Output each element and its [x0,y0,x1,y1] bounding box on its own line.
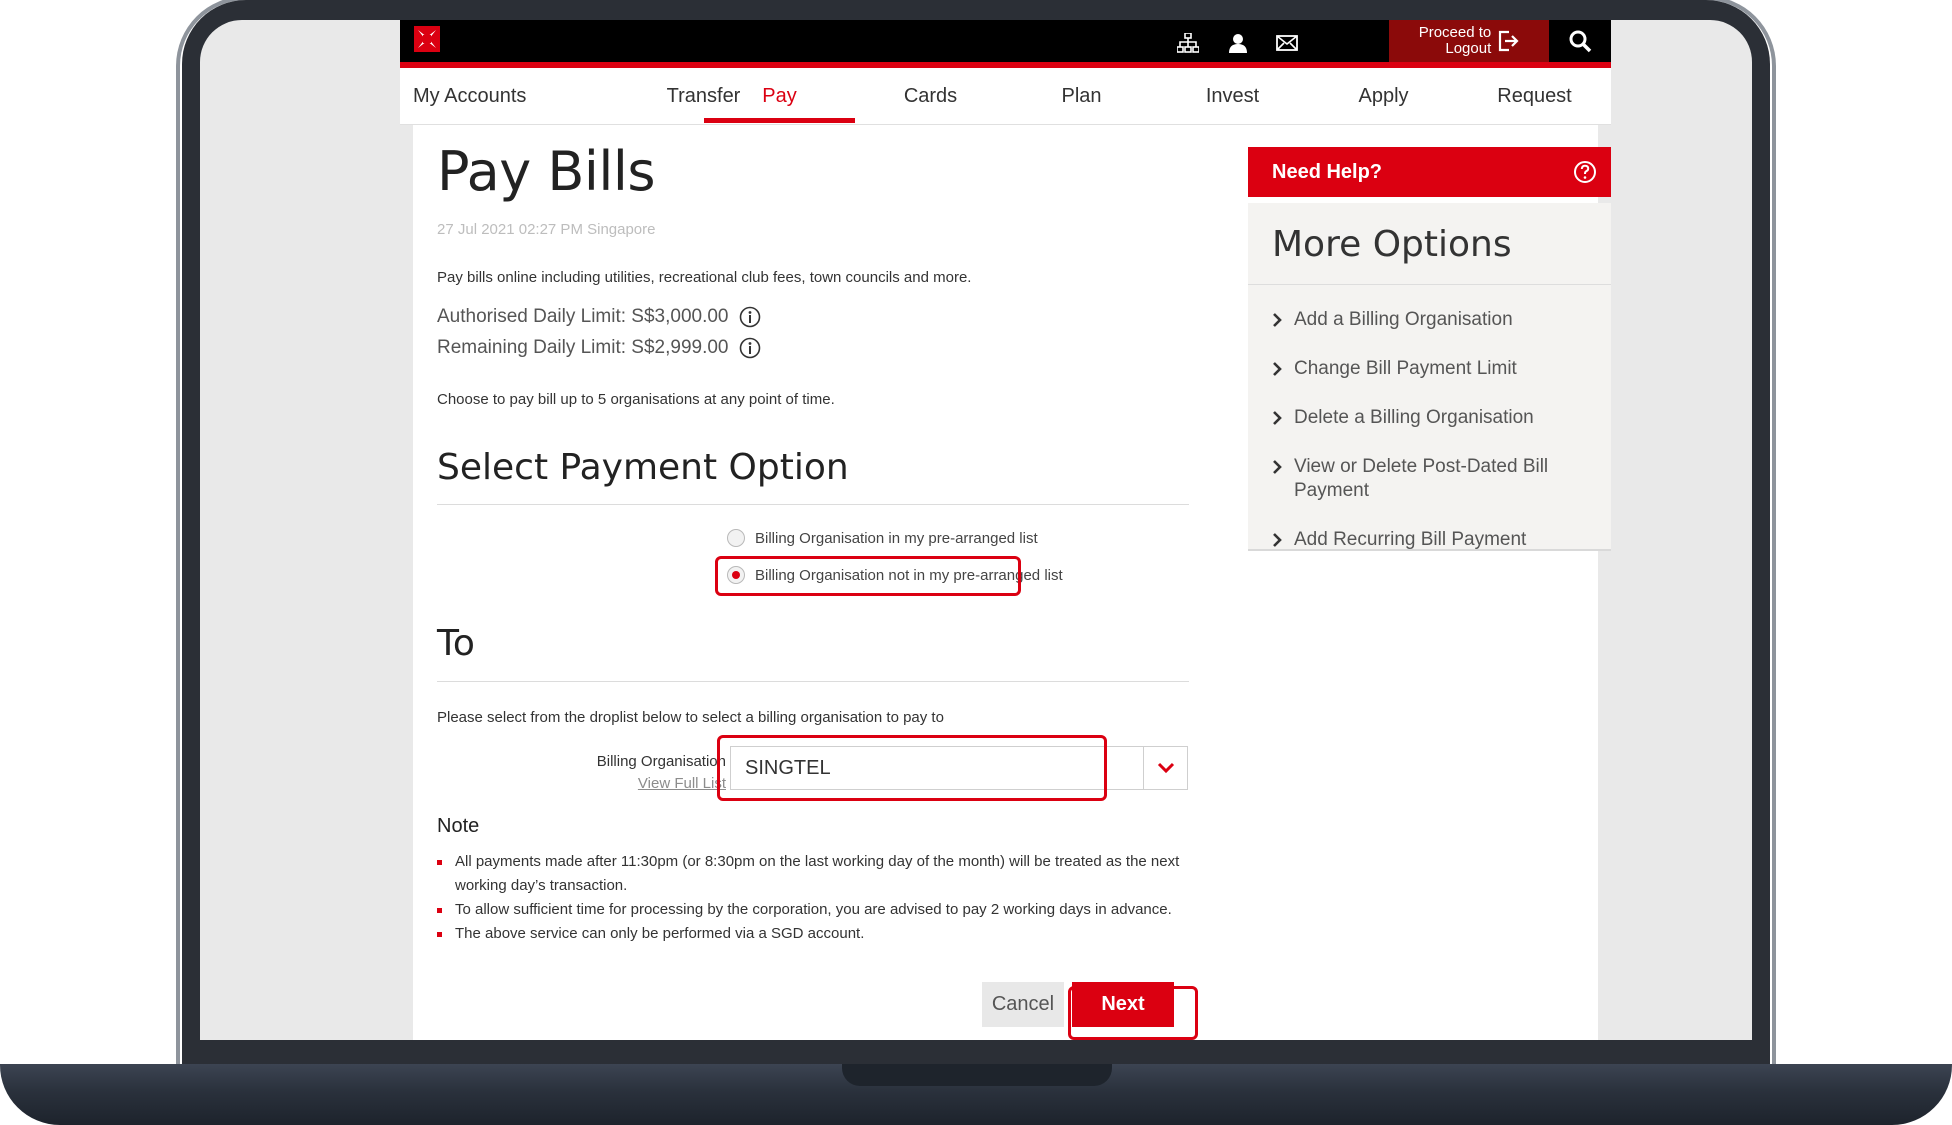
option-add-recurring-bill-payment[interactable]: Add Recurring Bill Payment [1272,528,1592,552]
remaining-limit-text: Remaining Daily Limit: S$2,999.00 [437,337,729,358]
chevron-right-icon [1273,460,1282,474]
need-help-label: Need Help? [1272,160,1383,183]
sitemap-icon[interactable] [1170,26,1206,60]
logout-label-line2: Logout [1445,40,1492,57]
radio-button[interactable] [727,529,745,547]
timestamp: 27 Jul 2021 02:27 PM Singapore [437,221,656,238]
option-change-bill-payment-limit[interactable]: Change Bill Payment Limit [1272,357,1592,381]
nav-item-cards[interactable]: Cards [855,68,1006,125]
nav-item-invest[interactable]: Invest [1157,68,1308,125]
note-heading: Note [437,815,480,837]
logout-label: Proceed to Logout [1419,25,1492,57]
question-icon [1574,161,1596,183]
choose-text: Choose to pay bill up to 5 organisations… [437,391,835,408]
option-delete-billing-organisation[interactable]: Delete a Billing Organisation [1272,406,1592,430]
highlight-billing-select [717,735,1107,801]
payment-option-heading: Select Payment Option [437,447,849,488]
search-icon [1569,30,1592,53]
to-heading: To [437,623,475,664]
laptop-notch [842,1064,1112,1086]
logout-button[interactable]: Proceed to Logout [1389,20,1549,62]
radio-label: Billing Organisation in my pre-arranged … [755,529,1038,547]
more-options-heading: More Options [1272,224,1512,265]
highlight-radio-option [715,556,1021,596]
option-label: Delete a Billing Organisation [1294,407,1534,428]
logout-label-line1: Proceed to [1418,24,1492,41]
section-divider [437,681,1189,682]
highlight-next-button [1068,986,1198,1040]
logout-icon [1499,30,1519,52]
user-icon[interactable] [1220,26,1256,60]
laptop-screen: Proceed to Logout My Accounts Transfer P… [200,20,1752,1040]
nav-active-underline [704,118,855,123]
remaining-daily-limit: Remaining Daily Limit: S$2,999.00 [437,337,761,359]
info-icon[interactable] [739,337,761,359]
select-instruction: Please select from the droplist below to… [437,709,944,726]
main-nav: My Accounts Transfer Pay Cards Plan Inve… [400,68,1611,125]
option-view-delete-post-dated[interactable]: View or Delete Post-Dated Bill Payment [1272,455,1592,503]
radio-option-prearranged[interactable]: Billing Organisation in my pre-arranged … [727,529,1038,547]
option-add-billing-organisation[interactable]: Add a Billing Organisation [1272,308,1592,332]
option-label: View or Delete Post-Dated Bill Payment [1294,456,1549,501]
chevron-right-icon [1273,411,1282,425]
info-icon[interactable] [739,306,761,328]
option-label: Add a Billing Organisation [1294,309,1513,330]
nav-item-apply[interactable]: Apply [1308,68,1459,125]
search-button[interactable] [1549,20,1611,62]
nav-item-request[interactable]: Request [1459,68,1610,125]
note-item: All payments made after 11:30pm (or 8:30… [437,850,1189,898]
option-label: Add Recurring Bill Payment [1294,529,1527,550]
section-divider [437,504,1189,505]
intro-text: Pay bills online including utilities, re… [437,269,972,286]
dropdown-toggle[interactable] [1143,747,1187,789]
note-list: All payments made after 11:30pm (or 8:30… [437,850,1189,946]
nav-item-my-accounts[interactable]: My Accounts [400,68,551,125]
note-item: The above service can only be performed … [437,922,1189,946]
laptop-mockup: Proceed to Logout My Accounts Transfer P… [0,0,1952,1125]
nav-item-pay[interactable]: Pay [704,68,855,125]
chevron-right-icon [1273,313,1282,327]
nav-item-plan[interactable]: Plan [1006,68,1157,125]
bank-logo-icon[interactable] [414,26,440,52]
authorised-daily-limit: Authorised Daily Limit: S$3,000.00 [437,306,761,328]
chevron-down-icon [1157,762,1174,774]
page-title: Pay Bills [437,140,656,203]
cancel-button[interactable]: Cancel [982,982,1064,1027]
mail-icon[interactable] [1269,26,1305,60]
billing-organisation-label: Billing Organisation [596,753,726,770]
chevron-right-icon [1273,533,1282,547]
authorised-limit-text: Authorised Daily Limit: S$3,000.00 [437,306,729,327]
chevron-right-icon [1273,362,1282,376]
note-item: To allow sufficient time for processing … [437,898,1189,922]
view-full-list-link[interactable]: View Full List [530,775,726,792]
need-help-bar[interactable]: Need Help? [1248,147,1611,197]
more-options-divider [1248,284,1611,285]
option-label: Change Bill Payment Limit [1294,358,1517,379]
